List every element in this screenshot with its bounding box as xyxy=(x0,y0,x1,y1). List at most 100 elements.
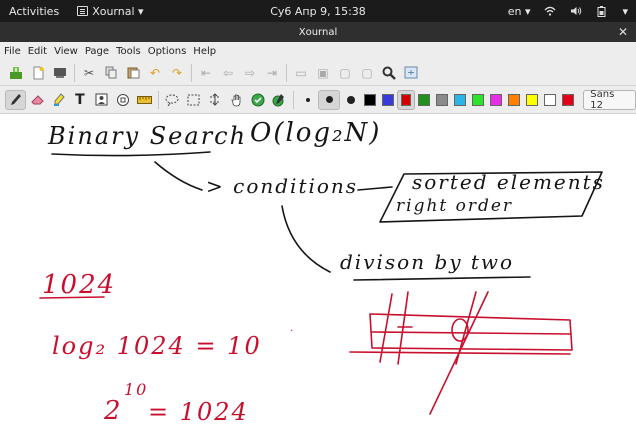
color-swatch xyxy=(382,93,395,106)
vertical-space-icon[interactable] xyxy=(205,90,226,110)
app-menu-label: Xournal ▾ xyxy=(92,4,144,18)
division-underline-stroke xyxy=(353,276,531,281)
toolbar-separator xyxy=(157,90,159,109)
xournal-app-icon xyxy=(77,6,89,16)
color-red-swatch[interactable] xyxy=(397,89,416,110)
save-icon[interactable] xyxy=(5,63,27,83)
title-underline-stroke xyxy=(51,151,211,157)
eraser-tool-icon[interactable] xyxy=(26,90,47,110)
new-document-icon[interactable] xyxy=(27,63,49,83)
power-result: = 1024 xyxy=(148,398,249,426)
system-top-bar: Activities Xournal ▾ Су6 Апр 9, 15:38 en… xyxy=(0,0,636,22)
search-icon[interactable] xyxy=(378,63,400,83)
volume-icon[interactable] xyxy=(570,6,582,16)
color-swatch xyxy=(418,93,431,106)
color-blue-swatch[interactable] xyxy=(379,90,397,110)
hand-tool-icon[interactable] xyxy=(226,90,247,110)
activities-button[interactable]: Activities xyxy=(9,5,59,18)
default-pen-icon[interactable] xyxy=(269,90,290,110)
color-light-green-swatch[interactable] xyxy=(469,90,487,110)
first-page-icon[interactable]: ⇤ xyxy=(195,63,217,83)
color-swatch xyxy=(401,93,412,106)
highlighter-tool-icon[interactable] xyxy=(48,90,69,110)
toolbar-separator xyxy=(74,63,75,82)
color-swatch xyxy=(364,93,377,106)
rect-select-icon[interactable] xyxy=(183,90,204,110)
division-by-two-label: divison by two xyxy=(340,250,515,274)
shape-recognizer-icon[interactable] xyxy=(112,90,133,110)
value-1024: 1024 xyxy=(42,270,117,300)
color-black-swatch[interactable] xyxy=(361,90,379,110)
system-tray: en ▾ ▾ xyxy=(508,5,628,18)
zoom-normal-icon[interactable]: ▣ xyxy=(312,63,334,83)
close-icon[interactable]: ✕ xyxy=(618,25,628,39)
color-swatch xyxy=(490,93,503,106)
power-exponent: 10 xyxy=(124,380,149,399)
paste-icon[interactable] xyxy=(122,63,144,83)
toolbar-separator xyxy=(191,63,192,82)
system-menu-chevron-down-icon[interactable]: ▾ xyxy=(622,5,628,18)
color-swatch xyxy=(508,93,521,106)
array-baseline-stroke xyxy=(349,351,571,355)
cut-icon[interactable]: ✂ xyxy=(78,63,100,83)
color-light-blue-swatch[interactable] xyxy=(451,90,469,110)
color-green-swatch[interactable] xyxy=(415,90,433,110)
menu-help[interactable]: Help xyxy=(193,46,216,57)
undo-icon[interactable]: ↶ xyxy=(144,63,166,83)
menu-view[interactable]: View xyxy=(54,46,78,57)
fullscreen-icon[interactable] xyxy=(400,63,422,83)
thickness-medium-icon[interactable] xyxy=(318,89,340,110)
tools-toolbar: T Sans 12 xyxy=(0,86,636,114)
conditions-label: > conditions xyxy=(206,174,359,198)
color-custom-swatch[interactable] xyxy=(559,90,577,110)
right-order-label: right order xyxy=(396,196,514,216)
previous-page-icon[interactable]: ⇦ xyxy=(217,63,239,83)
menu-page[interactable]: Page xyxy=(85,46,109,57)
default-tools-icon[interactable] xyxy=(247,90,268,110)
page-width-icon[interactable]: ▢ xyxy=(334,63,356,83)
thickness-fine-icon[interactable] xyxy=(297,90,318,110)
sorted-elements-label: sorted elements xyxy=(412,170,605,194)
lasso-select-icon[interactable] xyxy=(162,90,183,110)
drawing-canvas[interactable]: Binary Search O(log₂N) > conditions sort… xyxy=(0,114,636,443)
pen-tool-icon[interactable] xyxy=(5,89,27,110)
thickness-thick-icon[interactable] xyxy=(340,90,361,110)
color-swatch xyxy=(526,93,539,106)
text-tool-icon[interactable]: T xyxy=(69,90,90,110)
menu-edit[interactable]: Edit xyxy=(28,46,47,57)
power-base: 2 xyxy=(104,396,123,426)
ruler-icon[interactable] xyxy=(133,90,154,110)
app-menu[interactable]: Xournal ▾ xyxy=(77,4,144,18)
color-swatch xyxy=(544,93,557,106)
log-equation: log₂ 1024 = 10 xyxy=(52,332,262,360)
redo-icon[interactable]: ↷ xyxy=(166,63,188,83)
menu-tools[interactable]: Tools xyxy=(116,46,141,57)
window-title-bar: Xournal ✕ xyxy=(0,22,636,42)
complexity-formula: O(log₂N) xyxy=(250,118,382,148)
color-orange-swatch[interactable] xyxy=(505,90,523,110)
keyboard-layout-indicator[interactable]: en ▾ xyxy=(508,5,531,18)
color-gray-swatch[interactable] xyxy=(433,90,451,110)
color-yellow-swatch[interactable] xyxy=(523,90,541,110)
arrow-to-conditions-stroke xyxy=(154,161,203,191)
image-tool-icon[interactable] xyxy=(91,90,112,110)
menu-options[interactable]: Options xyxy=(148,46,187,57)
wifi-icon[interactable] xyxy=(544,6,556,16)
window-title: Xournal xyxy=(298,26,338,38)
stray-dot: · xyxy=(290,326,296,337)
color-magenta-swatch[interactable] xyxy=(487,90,505,110)
color-white-swatch[interactable] xyxy=(541,90,559,110)
connector-sorted-stroke xyxy=(357,186,393,191)
zoom-in-icon[interactable]: ▢ xyxy=(356,63,378,83)
last-page-icon[interactable]: ⇥ xyxy=(261,63,283,83)
copy-icon[interactable] xyxy=(100,63,122,83)
font-selector-button[interactable]: Sans 12 xyxy=(583,89,636,111)
arrow-to-division-stroke xyxy=(281,205,331,273)
next-page-icon[interactable]: ⇨ xyxy=(239,63,261,83)
menu-file[interactable]: File xyxy=(4,46,21,57)
battery-icon[interactable] xyxy=(596,5,608,17)
zoom-out-icon[interactable]: ▭ xyxy=(290,63,312,83)
color-swatch xyxy=(436,93,449,106)
color-swatch xyxy=(454,93,467,106)
annotate-pdf-icon[interactable] xyxy=(49,63,71,83)
